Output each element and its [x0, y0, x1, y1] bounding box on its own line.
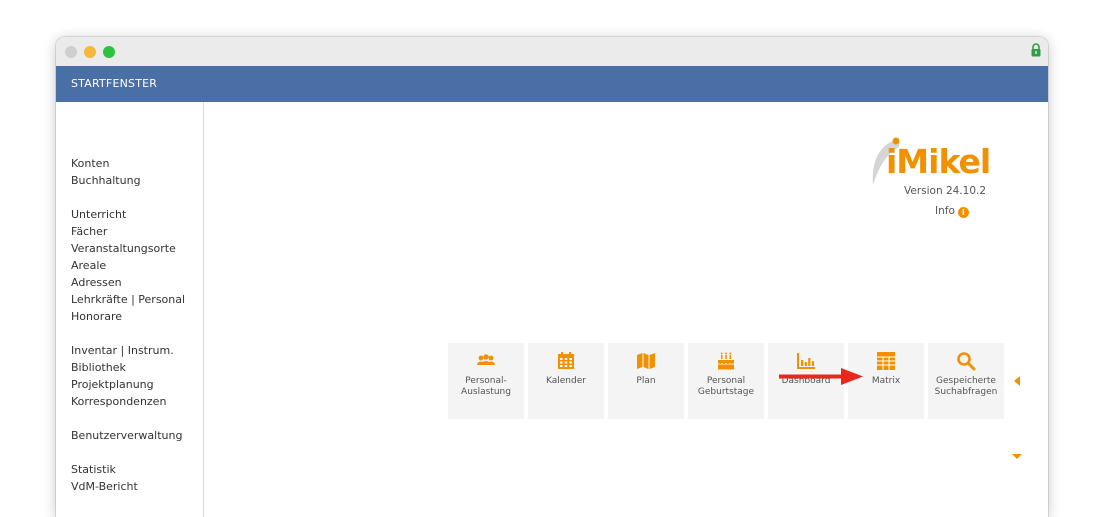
tile-kalender[interactable]: Kalender	[528, 343, 604, 419]
sidebar-item-vdm-bericht[interactable]: VdM-Bericht	[71, 480, 138, 494]
tile-gespeicherte-suchabfragen[interactable]: Gespeicherte Suchabfragen	[928, 343, 1004, 419]
page-title: STARTFENSTER	[71, 77, 158, 90]
title-bar	[56, 37, 1048, 67]
scroll-left-arrow-icon[interactable]	[1014, 376, 1020, 386]
sidebar-item-lehrkraefte-personal[interactable]: Lehrkräfte | Personal	[71, 293, 185, 307]
sidebar-item-benutzerverwaltung[interactable]: Benutzerverwaltung	[71, 429, 182, 443]
app-window: STARTFENSTER Konten Buchhaltung Unterric…	[56, 37, 1048, 517]
birthday-cake-icon	[718, 352, 734, 370]
close-window-button[interactable]	[65, 46, 77, 58]
tile-plan[interactable]: Plan	[608, 343, 684, 419]
scroll-down-arrow-icon[interactable]	[1012, 454, 1022, 459]
table-grid-icon	[877, 352, 895, 370]
sidebar-item-korrespondenzen[interactable]: Korrespondenzen	[71, 395, 166, 409]
maximize-window-button[interactable]	[103, 46, 115, 58]
tile-personal-auslastung[interactable]: Personal- Auslastung	[448, 343, 524, 419]
version-label: Version 24.10.2	[904, 185, 987, 197]
sidebar-item-adressen[interactable]: Adressen	[71, 276, 122, 290]
tile-label: Plan	[636, 376, 656, 386]
minimize-window-button[interactable]	[84, 46, 96, 58]
tile-personal-geburtstage[interactable]: Personal Geburtstage	[688, 343, 764, 419]
app-header: STARTFENSTER	[56, 66, 1048, 102]
sidebar: Konten Buchhaltung Unterricht Fächer Ver…	[56, 102, 204, 517]
logo-wordmark: iMikel	[886, 142, 991, 181]
red-pointer-arrow-icon	[779, 368, 863, 385]
sidebar-item-faecher[interactable]: Fächer	[71, 225, 107, 239]
search-icon	[957, 352, 976, 371]
info-link[interactable]: Info i	[935, 205, 969, 218]
tile-label: Personal Geburtstage	[697, 376, 755, 397]
tile-label: Gespeicherte Suchabfragen	[934, 376, 998, 397]
lock-icon	[1031, 43, 1041, 57]
tile-label: Kalender	[546, 376, 586, 386]
tile-label: Personal- Auslastung	[461, 376, 511, 397]
sidebar-item-bibliothek[interactable]: Bibliothek	[71, 361, 126, 375]
sidebar-item-honorare[interactable]: Honorare	[71, 310, 122, 324]
sidebar-item-buchhaltung[interactable]: Buchhaltung	[71, 174, 141, 188]
calendar-icon	[558, 352, 574, 369]
sidebar-item-unterricht[interactable]: Unterricht	[71, 208, 126, 222]
info-circle-icon: i	[957, 207, 969, 218]
sidebar-item-veranstaltungsorte[interactable]: Veranstaltungsorte	[71, 242, 176, 256]
sidebar-item-statistik[interactable]: Statistik	[71, 463, 116, 477]
people-icon	[477, 354, 495, 365]
sidebar-item-projektplanung[interactable]: Projektplanung	[71, 378, 154, 392]
map-icon	[637, 353, 655, 369]
info-label: Info	[935, 205, 955, 217]
sidebar-item-inventar[interactable]: Inventar | Instrum.	[71, 344, 174, 358]
sidebar-item-areale[interactable]: Areale	[71, 259, 106, 273]
sidebar-item-konten[interactable]: Konten	[71, 157, 109, 171]
